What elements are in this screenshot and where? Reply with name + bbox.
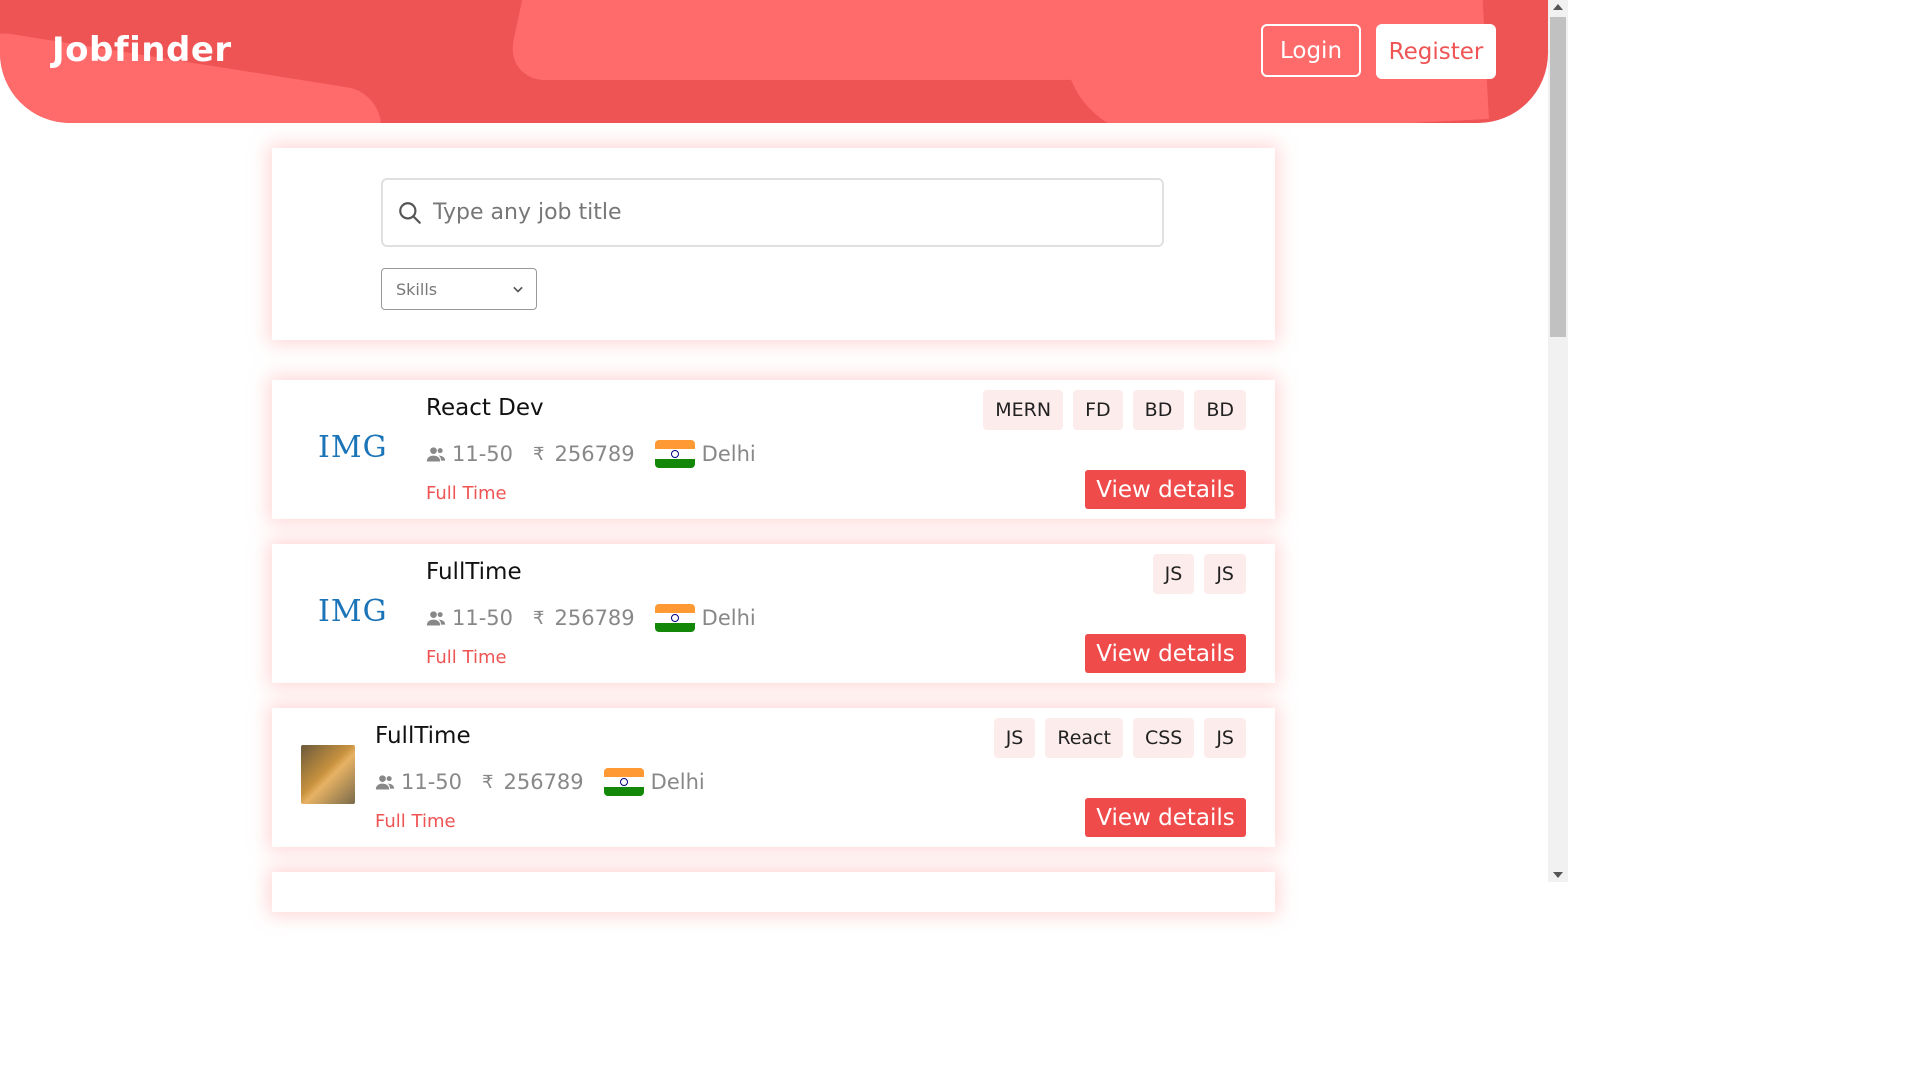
skill-tag: CSS — [1132, 718, 1195, 758]
india-flag-icon — [654, 440, 695, 468]
job-meta: 11-50 ₹ 256789 Delhi — [426, 440, 776, 468]
job-title: FullTime — [375, 723, 471, 749]
company-logo-image — [301, 745, 355, 804]
location: Delhi — [654, 604, 756, 632]
job-card: IMG React Dev 11-50 ₹ 256789 Delhi Full … — [272, 380, 1275, 519]
search-field[interactable] — [381, 178, 1164, 247]
skill-tag: FD — [1073, 390, 1123, 430]
job-title: FullTime — [426, 559, 522, 585]
skill-tags: JS React CSS JS — [993, 718, 1246, 758]
rupee-icon: ₹ — [533, 443, 545, 465]
skill-tag: MERN — [983, 390, 1064, 430]
users-icon — [375, 775, 395, 790]
skill-tags: MERN FD BD BD — [983, 390, 1246, 430]
salary: ₹ 256789 — [533, 442, 635, 466]
scrollbar-thumb[interactable] — [1550, 17, 1566, 337]
india-flag-icon — [654, 604, 695, 632]
job-meta: 11-50 ₹ 256789 Delhi — [375, 768, 725, 796]
skill-tag: JS — [993, 718, 1036, 758]
job-type: Full Time — [426, 647, 507, 668]
skill-tag: JS — [1204, 554, 1246, 594]
rupee-icon: ₹ — [482, 771, 494, 793]
search-icon — [399, 201, 421, 224]
rupee-icon: ₹ — [533, 607, 545, 629]
location: Delhi — [654, 440, 756, 468]
scroll-down-arrow-icon[interactable] — [1553, 872, 1563, 878]
scroll-up-arrow-icon[interactable] — [1553, 4, 1563, 10]
job-card: IMG FullTime 11-50 ₹ 256789 Delhi Full T… — [272, 544, 1275, 683]
vertical-scrollbar[interactable] — [1548, 0, 1568, 882]
users-icon — [426, 611, 446, 626]
view-details-button[interactable]: View details — [1085, 470, 1246, 509]
brand-logo[interactable]: Jobfinder — [52, 30, 232, 70]
job-meta: 11-50 ₹ 256789 Delhi — [426, 604, 776, 632]
job-card: FullTime 11-50 ₹ 256789 Delhi Full Time … — [272, 708, 1275, 847]
skill-tag: JS — [1152, 554, 1195, 594]
register-button[interactable]: Register — [1376, 24, 1496, 79]
skills-dropdown-value: Skills — [396, 279, 438, 299]
view-details-button[interactable]: View details — [1085, 634, 1246, 673]
skill-tag: BD — [1132, 390, 1185, 430]
decorative-shape — [505, 0, 1155, 80]
job-card — [272, 872, 1275, 912]
company-size: 11-50 — [426, 442, 513, 466]
location: Delhi — [603, 768, 705, 796]
search-input[interactable] — [431, 199, 1135, 226]
users-icon — [426, 447, 446, 462]
job-type: Full Time — [426, 483, 507, 504]
job-title: React Dev — [426, 395, 544, 421]
company-size: 11-50 — [426, 606, 513, 630]
company-logo: IMG — [318, 430, 388, 465]
skill-tag: React — [1045, 718, 1123, 758]
skill-tag: JS — [1204, 718, 1246, 758]
view-details-button[interactable]: View details — [1085, 798, 1246, 837]
skill-tags: JS JS — [1152, 554, 1246, 594]
company-size: 11-50 — [375, 770, 462, 794]
job-type: Full Time — [375, 811, 456, 832]
search-panel: Skills — [272, 148, 1275, 340]
salary: ₹ 256789 — [533, 606, 635, 630]
india-flag-icon — [603, 768, 644, 796]
skills-dropdown[interactable]: Skills — [381, 268, 537, 310]
company-logo: IMG — [318, 594, 388, 629]
salary: ₹ 256789 — [482, 770, 584, 794]
login-button[interactable]: Login — [1261, 24, 1361, 77]
skill-tag: BD — [1194, 390, 1246, 430]
chevron-down-icon — [513, 286, 523, 293]
header-banner: Jobfinder Login Register — [0, 0, 1548, 123]
